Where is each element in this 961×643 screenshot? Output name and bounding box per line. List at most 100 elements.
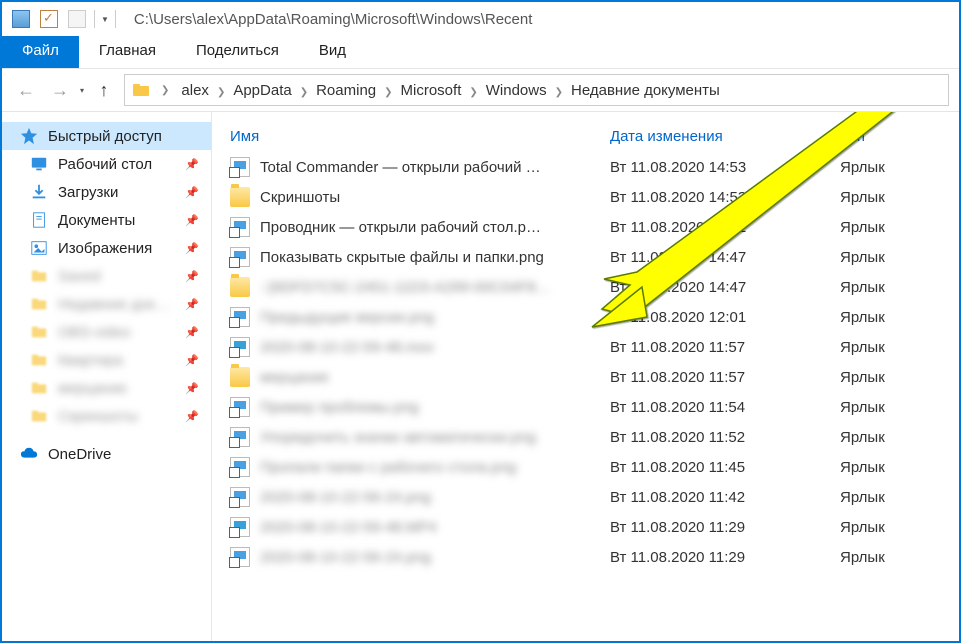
sidebar-item-label: Квартира [58, 352, 123, 369]
breadcrumb-root-icon[interactable] [131, 80, 151, 100]
image-shortcut-icon [230, 397, 250, 417]
sidebar-onedrive[interactable]: OneDrive [2, 440, 211, 468]
file-row[interactable]: мерцаниеВт 11.08.2020 11:57Ярлык [230, 362, 941, 392]
folder-icon [230, 277, 250, 297]
file-name: Проводник — открыли рабочий стол.p… [260, 219, 610, 236]
chevron-right-icon[interactable]: ❯ [463, 87, 483, 98]
file-row[interactable]: 2020-08-10-22-59-48.MP4Вт 11.08.2020 11:… [230, 512, 941, 542]
breadcrumb-segment[interactable]: Microsoft [399, 80, 464, 101]
file-row[interactable]: Предыдущие версии.pngВт 11.08.2020 12:01… [230, 302, 941, 332]
breadcrumb-segment[interactable]: alex [179, 80, 211, 101]
file-date: Вт 11.08.2020 11:54 [610, 399, 840, 416]
sidebar-item[interactable]: Квартира📌 [2, 346, 211, 374]
file-name: 2020-08-10-22-59-48.MP4 [260, 519, 610, 536]
nav-history-dropdown[interactable]: ▾ [80, 86, 84, 95]
qat-properties-icon[interactable] [10, 8, 32, 30]
sidebar-item[interactable]: OBS-video📌 [2, 318, 211, 346]
breadcrumb-segment[interactable]: Roaming [314, 80, 378, 101]
breadcrumb[interactable]: ❯ alex❯AppData❯Roaming❯Microsoft❯Windows… [124, 74, 949, 106]
file-name: Total Commander — открыли рабочий … [260, 159, 610, 176]
ribbon: Файл Главная Поделиться Вид [2, 36, 959, 68]
file-name: Пропали папки с рабочего стола.png [260, 459, 610, 476]
file-type: Ярлык [840, 459, 941, 476]
nav-up-icon[interactable]: ↑ [90, 76, 118, 104]
file-name: Предыдущие версии.png [260, 309, 610, 326]
column-name[interactable]: Имя [230, 128, 610, 145]
image-shortcut-icon [230, 547, 250, 567]
file-row[interactable]: Показывать скрытые файлы и папки.pngВт 1… [230, 242, 941, 272]
chevron-right-icon[interactable]: ❯ [155, 85, 175, 96]
chevron-right-icon[interactable]: ❯ [378, 87, 398, 98]
pin-icon: 📌 [185, 298, 199, 311]
tab-view[interactable]: Вид [299, 36, 366, 68]
pin-icon: 📌 [185, 410, 199, 423]
nav-back-icon[interactable]: ← [12, 76, 40, 104]
file-name: Скриншоты [260, 189, 610, 206]
address-path[interactable]: C:\Users\alex\AppData\Roaming\Microsoft\… [122, 11, 532, 28]
folder-icon [30, 267, 48, 285]
divider [115, 10, 116, 28]
divider [94, 10, 95, 28]
sidebar-item[interactable]: Документы📌 [2, 206, 211, 234]
folder-icon [30, 407, 48, 425]
file-name: Упорядочить значки автоматически.png [260, 429, 610, 446]
tab-home[interactable]: Главная [79, 36, 176, 68]
file-type: Ярлык [840, 219, 941, 236]
sidebar-item-label: Документы [58, 212, 135, 229]
folder-icon [30, 379, 48, 397]
file-row[interactable]: Total Commander — открыли рабочий …Вт 11… [230, 152, 941, 182]
file-type: Ярлык [840, 249, 941, 266]
file-row[interactable]: Проводник — открыли рабочий стол.p…Вт 11… [230, 212, 941, 242]
chevron-right-icon[interactable]: ❯ [549, 87, 569, 98]
file-type: Ярлык [840, 399, 941, 416]
file-row[interactable]: СкриншотыВт 11.08.2020 14:53Ярлык [230, 182, 941, 212]
sidebar-item[interactable]: Рабочий стол📌 [2, 150, 211, 178]
chevron-right-icon[interactable]: ❯ [294, 87, 314, 98]
column-date[interactable]: Дата изменения [610, 128, 840, 145]
qat-blank-icon[interactable] [66, 8, 88, 30]
sidebar-item-label: мерцание [58, 380, 127, 397]
sidebar-item-label: Рабочий стол [58, 156, 152, 173]
file-row[interactable]: Упорядочить значки автоматически.pngВт 1… [230, 422, 941, 452]
desktop-icon [30, 155, 48, 173]
breadcrumb-segment[interactable]: Недавние документы [569, 80, 722, 101]
file-list-area: Имя Дата изменения Тип Total Commander —… [212, 112, 959, 641]
sidebar-item[interactable]: Saved📌 [2, 262, 211, 290]
file-row[interactable]: 2020-08-10-22-59-48.movВт 11.08.2020 11:… [230, 332, 941, 362]
nav-forward-icon[interactable]: → [46, 76, 74, 104]
pin-icon: 📌 [185, 186, 199, 199]
tab-file[interactable]: Файл [2, 36, 79, 68]
file-date: Вт 11.08.2020 11:42 [610, 489, 840, 506]
qat-dropdown-icon[interactable]: ▼ [101, 15, 109, 24]
chevron-right-icon[interactable]: ❯ [211, 87, 231, 98]
column-type[interactable]: Тип [840, 128, 941, 145]
sidebar-item-label: OneDrive [48, 446, 111, 463]
folder-icon [30, 351, 48, 369]
tab-share[interactable]: Поделиться [176, 36, 299, 68]
file-date: Вт 11.08.2020 11:57 [610, 339, 840, 356]
sidebar-item[interactable]: мерцание📌 [2, 374, 211, 402]
image-shortcut-icon [230, 307, 250, 327]
file-type: Ярлык [840, 549, 941, 566]
content-area: Быстрый доступ Рабочий стол📌Загрузки📌Док… [2, 112, 959, 641]
file-row[interactable]: 2020-08-10-22-56-24.pngВт 11.08.2020 11:… [230, 482, 941, 512]
image-shortcut-icon [230, 457, 250, 477]
file-row[interactable]: 2020-08-10-22-56-24.pngВт 11.08.2020 11:… [230, 542, 941, 572]
file-name: ::{6DFD7C5C-2451-11D3-A299-00C04F8… [260, 279, 610, 296]
breadcrumb-segment[interactable]: Windows [484, 80, 549, 101]
sidebar-quick-access[interactable]: Быстрый доступ [2, 122, 211, 150]
sidebar-item[interactable]: Загрузки📌 [2, 178, 211, 206]
file-type: Ярлык [840, 489, 941, 506]
file-date: Вт 11.08.2020 11:57 [610, 369, 840, 386]
file-row[interactable]: ::{6DFD7C5C-2451-11D3-A299-00C04F8…Вт 11… [230, 272, 941, 302]
file-row[interactable]: Пример проблемы.pngВт 11.08.2020 11:54Яр… [230, 392, 941, 422]
file-type: Ярлык [840, 159, 941, 176]
folder-icon [230, 367, 250, 387]
file-row[interactable]: Пропали папки с рабочего стола.pngВт 11.… [230, 452, 941, 482]
sidebar-item[interactable]: Недавние документы📌 [2, 290, 211, 318]
video-shortcut-icon [230, 517, 250, 537]
qat-select-icon[interactable] [38, 8, 60, 30]
sidebar-item[interactable]: Изображения📌 [2, 234, 211, 262]
sidebar-item[interactable]: Скриншоты📌 [2, 402, 211, 430]
breadcrumb-segment[interactable]: AppData [231, 80, 293, 101]
